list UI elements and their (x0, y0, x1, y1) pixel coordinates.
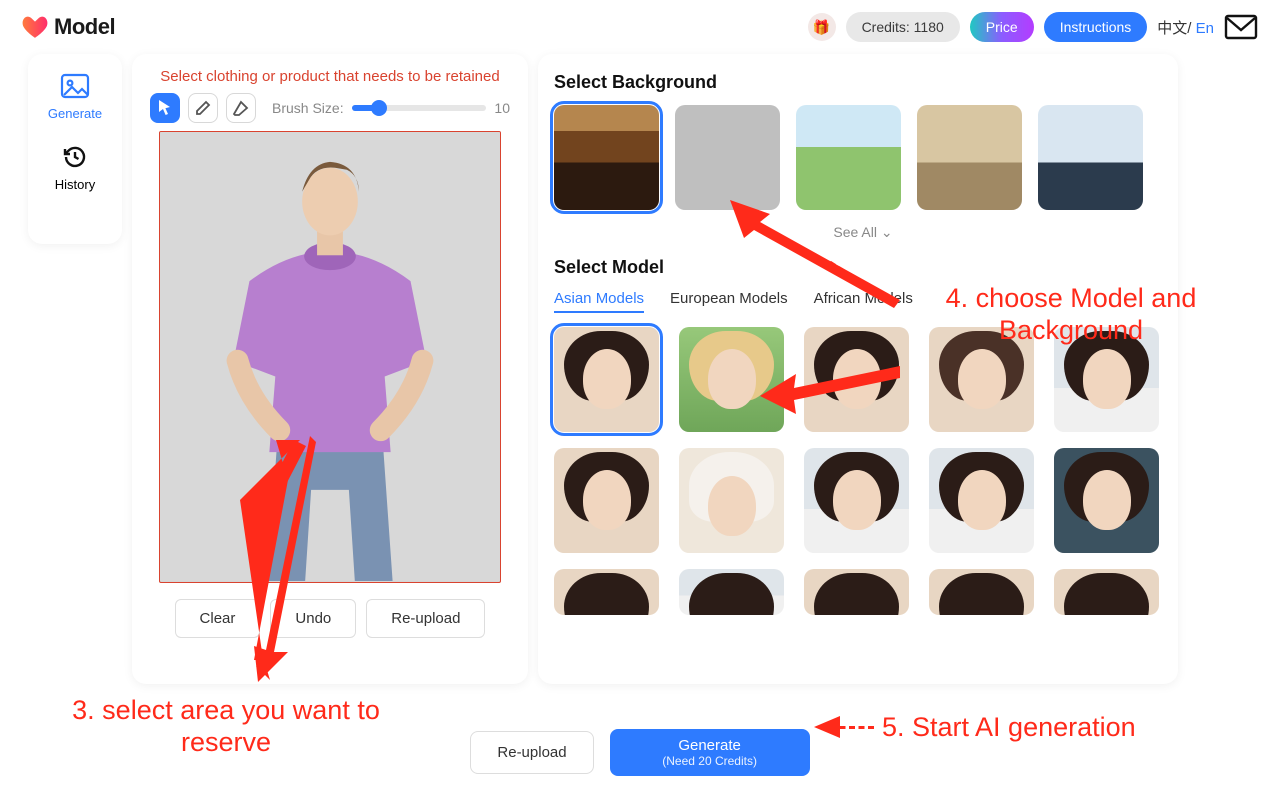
model-option-7[interactable] (679, 448, 784, 553)
footer-generate-button[interactable]: Generate (Need 20 Credits) (610, 729, 810, 776)
background-option-4[interactable] (917, 105, 1022, 210)
reupload-button[interactable]: Re-upload (366, 599, 485, 638)
model-option-3[interactable] (804, 327, 909, 432)
model-option-15[interactable] (1054, 569, 1159, 615)
model-option-1[interactable] (554, 327, 659, 432)
left-nav: Generate History (28, 54, 122, 244)
history-icon (59, 143, 91, 171)
model-option-8[interactable] (804, 448, 909, 553)
model-option-9[interactable] (929, 448, 1034, 553)
gift-icon[interactable]: 🎁 (808, 13, 836, 41)
model-option-6[interactable] (554, 448, 659, 553)
cursor-tool[interactable] (150, 93, 180, 123)
model-option-4[interactable] (929, 327, 1034, 432)
price-button[interactable]: Price (970, 12, 1034, 42)
model-option-11[interactable] (554, 569, 659, 615)
pencil-tool[interactable] (188, 93, 218, 123)
heart-icon (22, 15, 48, 39)
background-option-3[interactable] (796, 105, 901, 210)
language-toggle[interactable]: 中文/ En (1157, 17, 1214, 38)
select-background-heading: Select Background (554, 72, 1172, 93)
product-canvas[interactable] (159, 131, 501, 583)
model-grid (554, 327, 1172, 615)
nav-history-label: History (55, 177, 95, 192)
brush-size-value: 10 (494, 100, 510, 116)
selection-panel: Select Background See All ⌄ Select Model… (538, 54, 1178, 684)
tab-asian-models[interactable]: Asian Models (554, 290, 644, 313)
mail-icon[interactable] (1224, 14, 1258, 40)
brush-size-label: Brush Size: (272, 100, 344, 116)
credits-pill[interactable]: Credits: 1180 (846, 12, 960, 42)
eraser-tool[interactable] (226, 93, 256, 123)
model-option-5[interactable] (1054, 327, 1159, 432)
model-option-12[interactable] (679, 569, 784, 615)
brush-size-slider[interactable] (352, 105, 487, 111)
see-all-backgrounds[interactable]: See All ⌄ (554, 224, 1172, 241)
uploaded-product-image (160, 132, 500, 581)
background-option-5[interactable] (1038, 105, 1143, 210)
model-option-13[interactable] (804, 569, 909, 615)
instructions-button[interactable]: Instructions (1044, 12, 1148, 42)
nav-history[interactable]: History (55, 143, 95, 192)
model-option-14[interactable] (929, 569, 1034, 615)
background-option-blank[interactable] (675, 105, 780, 210)
model-option-2[interactable] (679, 327, 784, 432)
undo-button[interactable]: Undo (270, 599, 356, 638)
background-option-1[interactable] (554, 105, 659, 210)
brand-name: Model (54, 14, 115, 40)
brand-logo: Model (22, 14, 115, 40)
image-icon (59, 72, 91, 100)
footer-reupload-button[interactable]: Re-upload (470, 731, 593, 774)
nav-generate[interactable]: Generate (48, 72, 102, 121)
model-option-10[interactable] (1054, 448, 1159, 553)
tab-african-models[interactable]: African Models (814, 290, 913, 313)
nav-generate-label: Generate (48, 106, 102, 121)
clear-button[interactable]: Clear (175, 599, 261, 638)
tab-european-models[interactable]: European Models (670, 290, 788, 313)
chevron-down-icon: ⌄ (881, 224, 893, 240)
editor-hint: Select clothing or product that needs to… (150, 68, 510, 85)
select-model-heading: Select Model (554, 257, 1172, 278)
editor-panel: Select clothing or product that needs to… (132, 54, 528, 684)
